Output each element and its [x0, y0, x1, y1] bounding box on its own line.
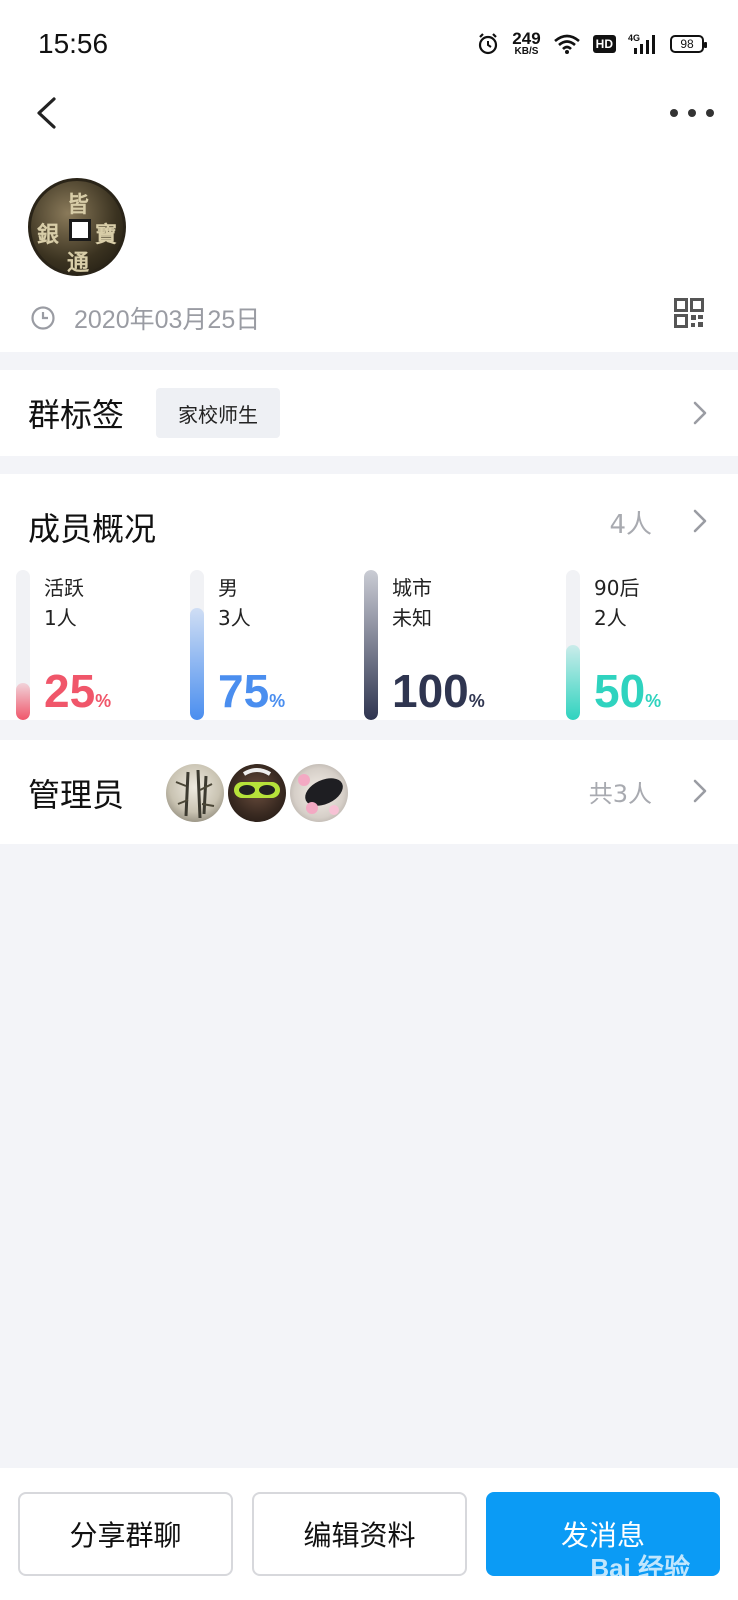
stat-percent: 50% — [594, 665, 662, 717]
members-count: 4人 — [609, 510, 652, 540]
group-tags-row[interactable]: 群标签 家校师生 — [0, 370, 738, 456]
wifi-icon — [553, 34, 580, 54]
stat-label: 活跃 — [44, 576, 84, 600]
group-header: 皆 寶 通 銀 2020年03月25日 — [0, 90, 738, 352]
signal-icon: 4G — [628, 33, 655, 54]
baidu-watermark: Bai 经验 — [590, 1553, 690, 1583]
status-time: 15:56 — [38, 28, 109, 59]
send-message-button[interactable]: 发消息 Bai 经验 — [486, 1492, 720, 1583]
stat-percent: 25% — [44, 665, 112, 717]
stat-bar-track — [566, 570, 580, 720]
created-date-row: 2020年03月25日 — [30, 300, 260, 336]
battery-level: 98 — [680, 36, 694, 51]
chevron-right-icon — [693, 779, 707, 803]
clock-icon — [31, 306, 55, 330]
battery-icon: 98 — [670, 34, 707, 53]
group-avatar[interactable]: 皆 寶 通 銀 — [28, 178, 126, 276]
stat-bar-fill — [16, 682, 30, 720]
stat-bar-fill — [566, 645, 580, 720]
admins-title: 管理员 — [28, 776, 125, 814]
stat-value: 2人 — [594, 606, 627, 630]
stat-label: 90后 — [594, 576, 640, 600]
stat-value: 3人 — [218, 606, 251, 630]
stat-percent: 75% — [218, 665, 286, 717]
chevron-right-icon — [693, 509, 707, 533]
stat-bar-track — [16, 570, 30, 720]
admin-avatars — [166, 764, 348, 822]
stat-bar-fill — [364, 570, 378, 720]
more-dots-icon — [670, 109, 678, 117]
chevron-right-icon — [693, 401, 707, 425]
stat-value: 未知 — [392, 606, 432, 630]
network-type: 4G — [628, 33, 640, 43]
chevron-left-icon — [37, 97, 56, 129]
edit-profile-button[interactable]: 编辑资料 — [252, 1492, 467, 1576]
net-speed: 249 KB/S — [512, 29, 541, 57]
members-title: 成员概况 — [28, 510, 157, 548]
qr-code-icon — [674, 298, 704, 328]
stat-label: 男 — [218, 576, 238, 600]
back-button[interactable] — [34, 90, 74, 136]
avatar — [290, 764, 348, 822]
qr-code-button[interactable] — [674, 298, 704, 328]
stat-label: 城市 — [392, 576, 432, 600]
stat-value: 1人 — [44, 606, 77, 630]
status-bar: 15:56 249 KB/S HD 4G 98 — [0, 0, 738, 90]
alarm-icon — [479, 32, 498, 54]
group-tags-title: 群标签 — [28, 396, 125, 434]
stat-bar-fill — [190, 607, 204, 720]
coin-hole — [69, 219, 91, 241]
created-date: 2020年03月25日 — [74, 306, 261, 334]
admins-count: 共3人 — [588, 780, 652, 808]
avatar — [228, 764, 286, 822]
avatar — [166, 764, 224, 822]
bottom-action-bar: 分享群聊 编辑资料 发消息 Bai 经验 — [0, 1468, 738, 1600]
more-button[interactable] — [670, 98, 714, 128]
stat-bar-track — [364, 570, 378, 720]
admins-row[interactable]: 管理员 共3人 — [0, 740, 738, 844]
stat-bar-track — [190, 570, 204, 720]
share-group-button[interactable]: 分享群聊 — [18, 1492, 233, 1576]
group-tag: 家校师生 — [156, 388, 280, 438]
members-overview[interactable]: 成员概况 4人 活跃 1人 25% 男 3人 75% 城市 未知 100% 90… — [0, 474, 738, 720]
stat-percent: 100% — [392, 665, 485, 717]
status-icons: 249 KB/S HD 4G 98 — [476, 29, 707, 57]
hd-badge: HD — [592, 34, 616, 53]
